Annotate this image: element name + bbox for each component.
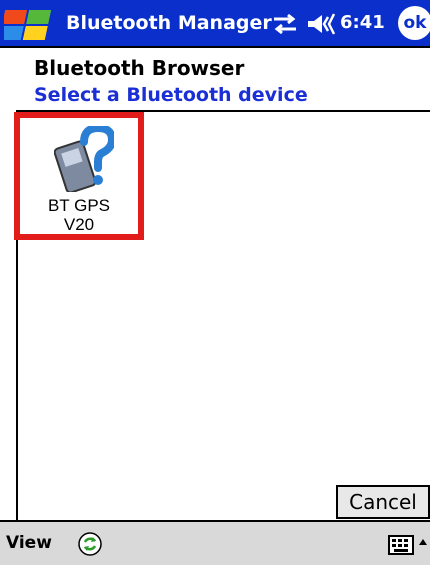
volume-icon[interactable]	[306, 11, 336, 37]
page-subtitle: Select a Bluetooth device	[34, 84, 308, 106]
refresh-icon[interactable]	[78, 532, 102, 556]
title-bar: Bluetooth Manager 6:41 ok	[0, 0, 430, 48]
cancel-button[interactable]: Cancel	[336, 485, 430, 519]
keyboard-icon[interactable]	[388, 535, 414, 555]
connectivity-icon[interactable]	[270, 12, 300, 36]
device-label: BT GPS V20	[47, 196, 111, 234]
clock[interactable]: 6:41	[340, 0, 385, 46]
menu-bar: View	[0, 520, 430, 565]
page-title: Bluetooth Browser	[34, 56, 245, 80]
view-menu[interactable]: View	[6, 522, 52, 565]
unknown-device-icon	[54, 126, 114, 192]
windows-start-icon[interactable]	[4, 6, 56, 42]
ok-button[interactable]: ok	[398, 6, 430, 40]
input-menu-arrow-icon[interactable]	[418, 537, 428, 551]
window-title: Bluetooth Manager	[66, 12, 272, 34]
device-item[interactable]: BT GPS V20	[14, 112, 144, 240]
screen: Bluetooth Manager 6:41 ok Bluetooth Brow…	[0, 0, 430, 565]
